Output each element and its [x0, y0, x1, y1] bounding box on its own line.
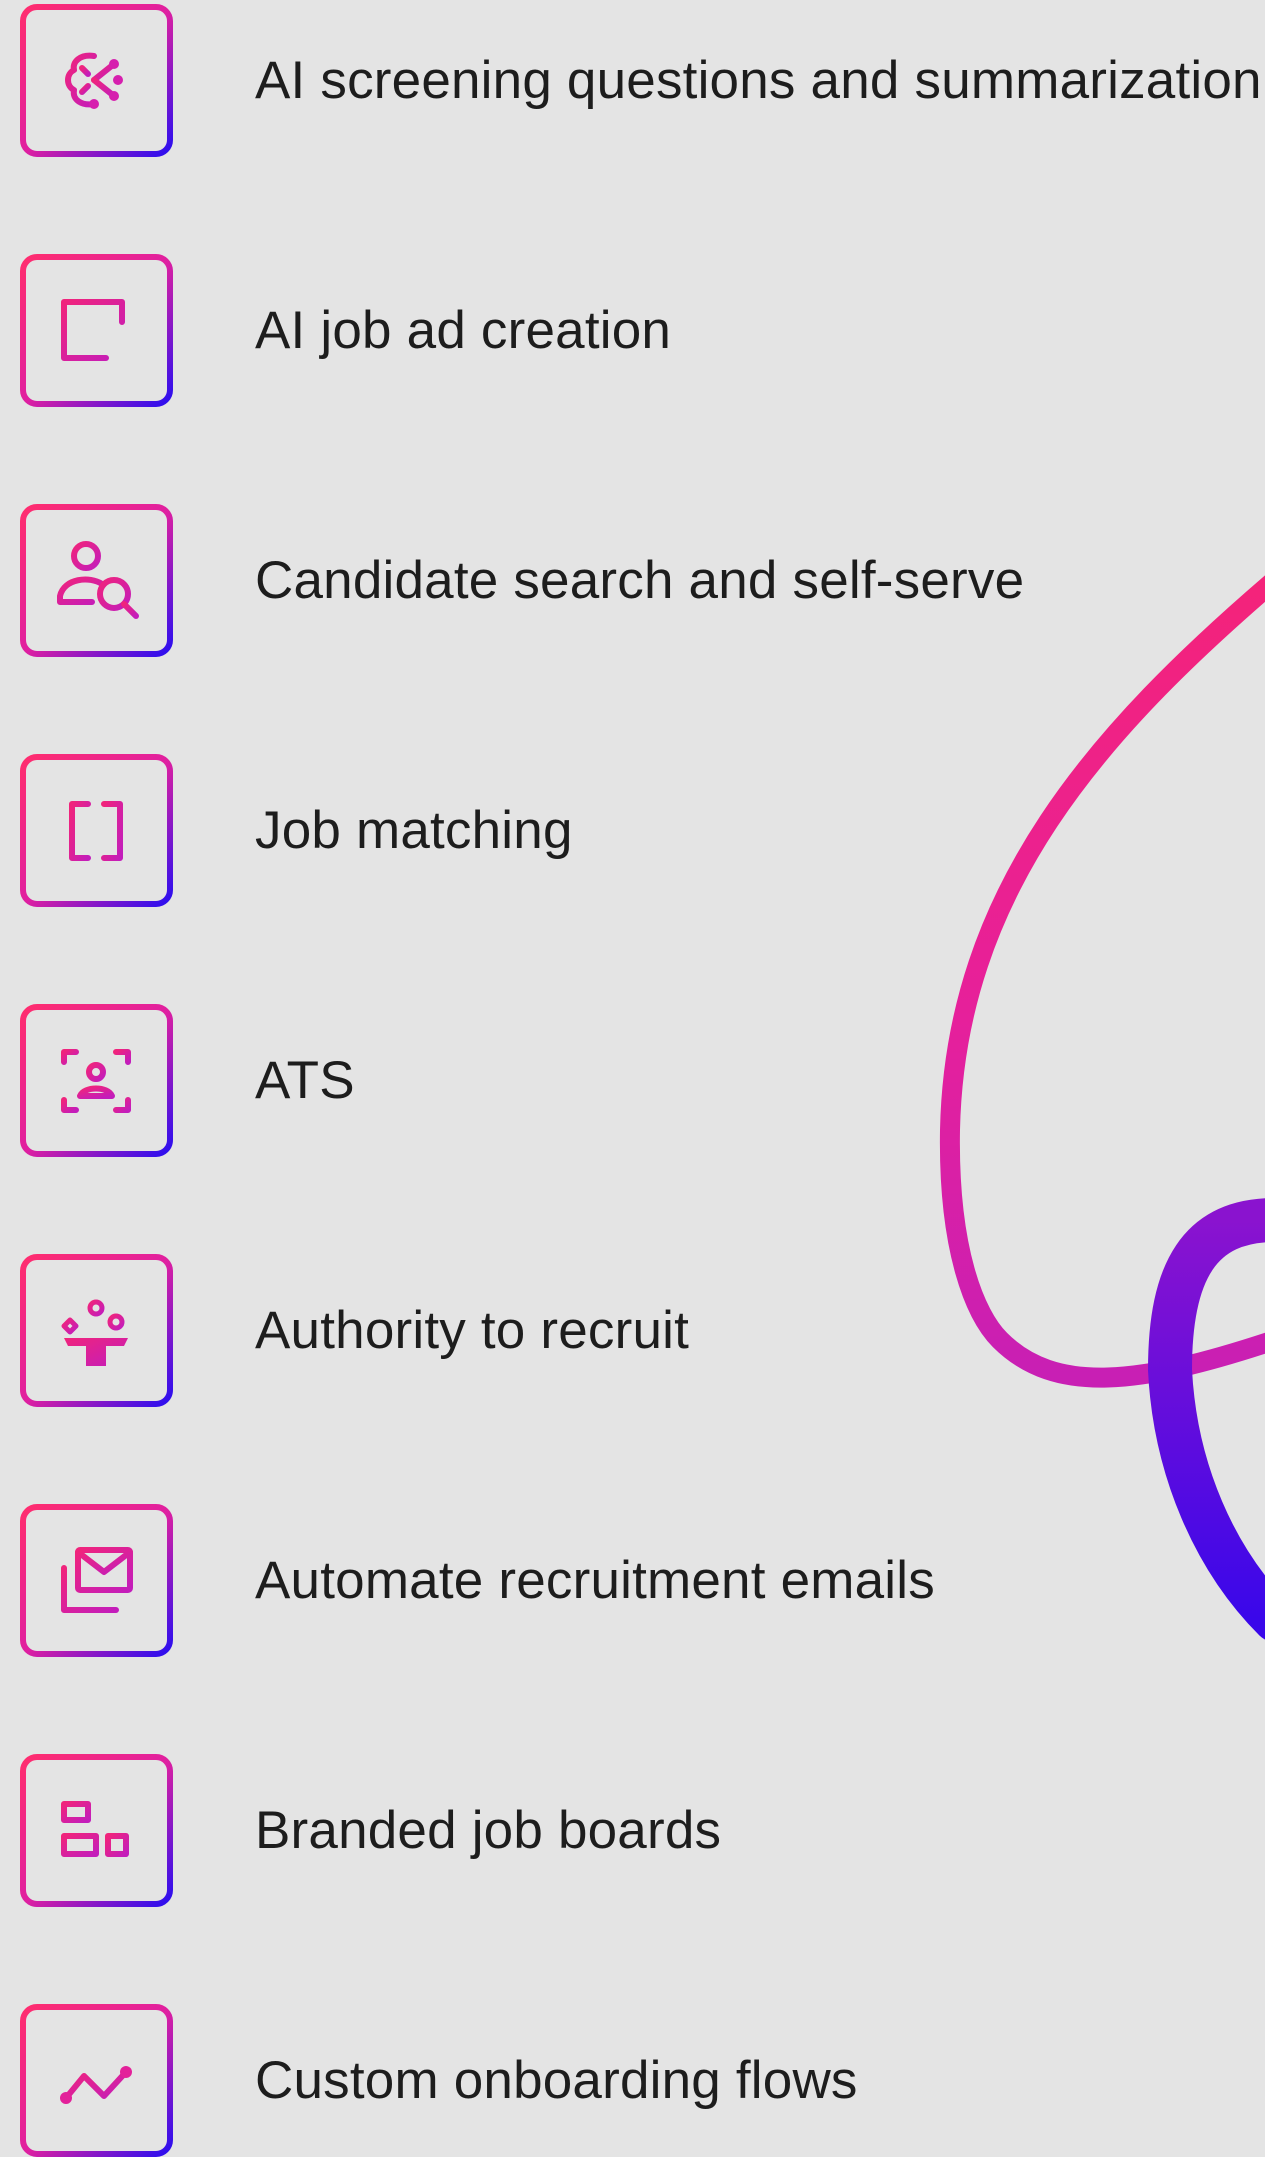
line-graph-icon: [20, 2004, 173, 2157]
person-scan-icon: [20, 1004, 173, 1157]
mail-stack-icon: [20, 1504, 173, 1657]
feature-label: ATS: [255, 1051, 355, 1110]
feature-label: Job matching: [255, 801, 573, 860]
feature-item-automate-emails: Automate recruitment emails: [20, 1504, 1260, 1657]
feature-label: AI screening questions and summarization: [255, 51, 1262, 110]
feature-item-ai-job-ad: AI job ad creation: [20, 254, 1260, 407]
window-add-icon: [20, 254, 173, 407]
dashboard-grid-icon: [20, 1754, 173, 1907]
feature-item-ats: ATS: [20, 1004, 1260, 1157]
feature-item-custom-onboarding: Custom onboarding flows: [20, 2004, 1260, 2157]
feature-label: Authority to recruit: [255, 1301, 690, 1360]
feature-label: AI job ad creation: [255, 301, 672, 360]
ai-brain-icon: [20, 4, 173, 157]
feature-label: Candidate search and self-serve: [255, 551, 1025, 610]
feature-item-candidate-search: Candidate search and self-serve: [20, 504, 1260, 657]
person-search-icon: [20, 504, 173, 657]
feature-item-ai-screening: AI screening questions and summarization: [20, 4, 1262, 157]
feature-item-job-matching: Job matching: [20, 754, 1260, 907]
feature-label: Automate recruitment emails: [255, 1551, 935, 1610]
document-compare-icon: [20, 754, 173, 907]
feature-item-authority-to-recruit: Authority to recruit: [20, 1254, 1260, 1407]
feature-label: Custom onboarding flows: [255, 2051, 858, 2110]
award-podium-icon: [20, 1254, 173, 1407]
feature-label: Branded job boards: [255, 1801, 722, 1860]
feature-item-branded-job-boards: Branded job boards: [20, 1754, 1260, 1907]
feature-list: AI screening questions and summarization…: [0, 0, 1265, 2157]
